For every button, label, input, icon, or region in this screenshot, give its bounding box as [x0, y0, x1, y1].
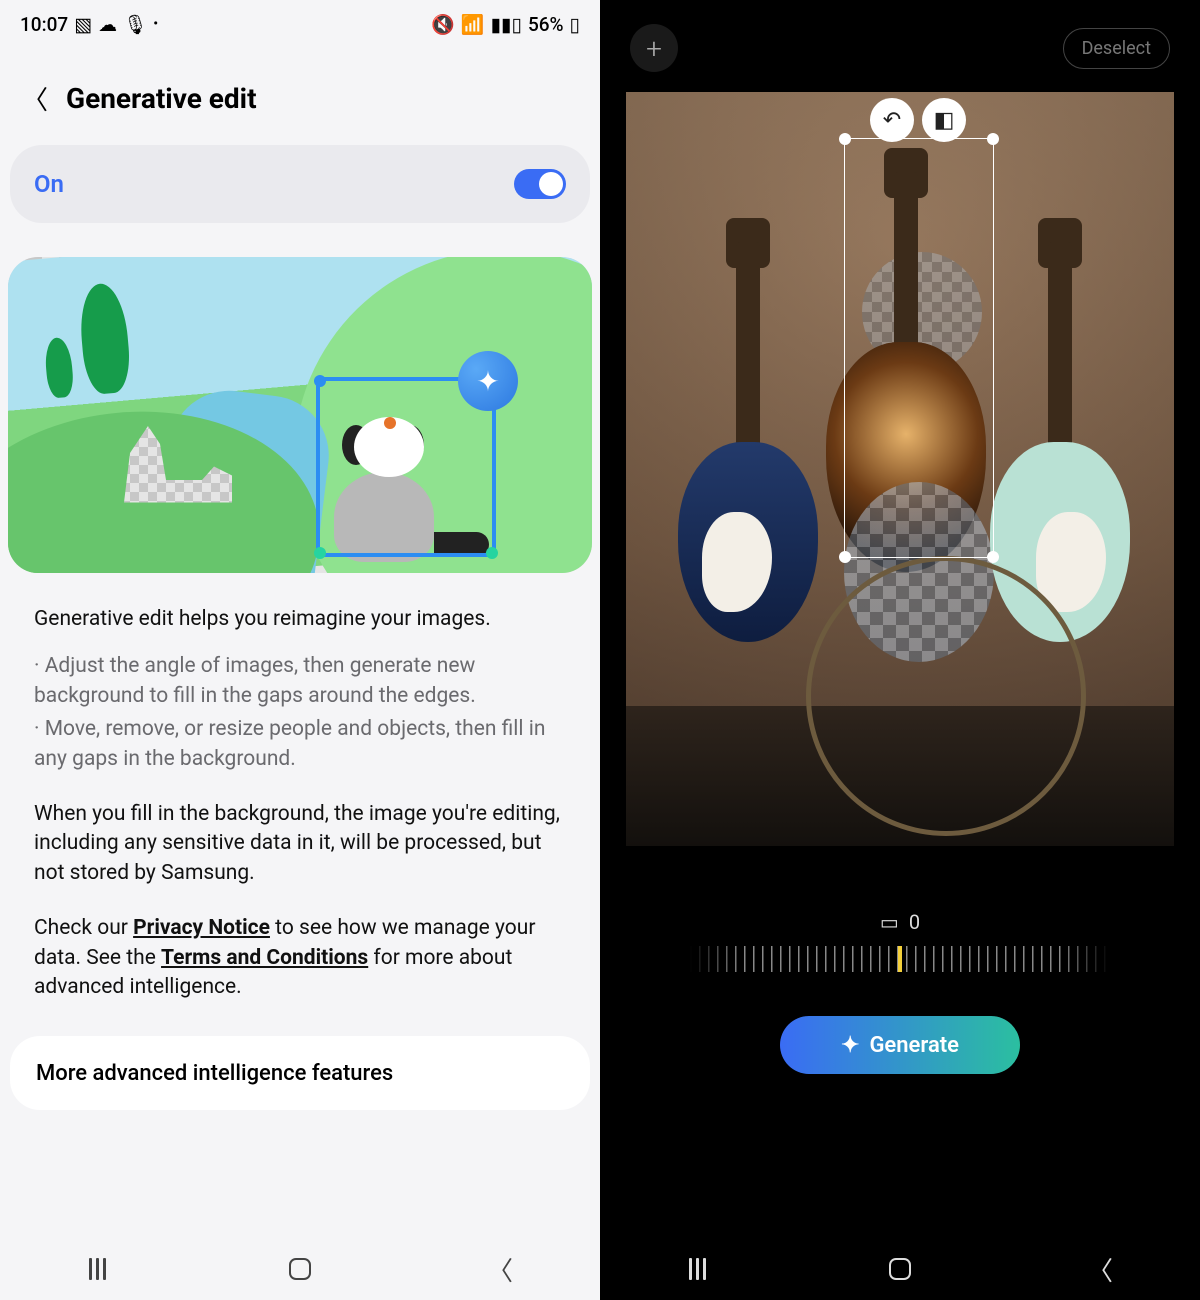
mute-icon: 🔇 — [431, 13, 455, 36]
wifi-icon: 📶 — [461, 13, 485, 36]
guitar-left — [678, 242, 818, 642]
cloud-icon: ☁ — [98, 13, 117, 36]
mic-icon: 🎙 — [123, 13, 147, 36]
desc-para-3: Check our Privacy Notice to see how we m… — [34, 914, 566, 1002]
erase-button[interactable]: ◧ — [922, 98, 966, 142]
handle-tl[interactable] — [839, 133, 851, 145]
generate-button[interactable]: ✦ Generate — [780, 1016, 1020, 1074]
system-nav-bar: 〈 — [600, 1238, 1200, 1300]
privacy-link[interactable]: Privacy Notice — [133, 916, 270, 940]
status-time: 10:07 — [20, 13, 68, 36]
selection-rect[interactable] — [844, 138, 994, 558]
status-bar: 10:07 ▧ ☁ 🎙 • 🔇 📶 ▮▮▯ 56% ▯ — [0, 0, 600, 48]
desc-bullet-1: · Adjust the angle of images, then gener… — [34, 652, 566, 711]
add-button[interactable]: + — [630, 24, 678, 72]
sparkle-icon: ✦ — [458, 351, 518, 411]
angle-ruler[interactable] — [690, 946, 1110, 972]
battery-icon: ▯ — [570, 13, 580, 36]
more-features-label: More advanced intelligence features — [36, 1061, 393, 1086]
handle-tr[interactable] — [987, 133, 999, 145]
more-notification-dot: • — [153, 16, 158, 32]
system-nav-bar: 〈 — [0, 1238, 600, 1300]
straighten-icon: ▭ — [880, 910, 899, 934]
page-title: Generative edit — [66, 82, 257, 115]
nav-recents-icon[interactable] — [87, 1256, 113, 1282]
nav-recents-icon[interactable] — [687, 1256, 713, 1282]
feature-description: Generative edit helps you reimagine your… — [0, 573, 600, 1002]
nav-home-icon[interactable] — [287, 1256, 313, 1282]
feature-illustration: ✦ — [8, 257, 592, 573]
toggle-thumb — [539, 172, 563, 196]
sparkle-icon: ✦ — [841, 1033, 859, 1058]
eraser-icon: ◧ — [934, 108, 955, 133]
feature-toggle-row[interactable]: On — [10, 145, 590, 223]
plus-icon: + — [646, 32, 662, 65]
nav-back-icon[interactable]: 〈 — [487, 1256, 513, 1282]
back-icon[interactable]: 〈 — [22, 80, 48, 117]
desc-bullet-2: · Move, remove, or resize people and obj… — [34, 715, 566, 774]
desc-lead: Generative edit helps you reimagine your… — [34, 605, 566, 634]
image-canvas[interactable]: ↶ ◧ — [626, 92, 1174, 846]
shelf-arc — [806, 556, 1086, 836]
desc-para-2: When you fill in the background, the ima… — [34, 800, 566, 888]
page-header: 〈 Generative edit — [0, 48, 600, 145]
undo-icon: ↶ — [883, 108, 901, 133]
generate-label: Generate — [869, 1033, 959, 1058]
handle-br[interactable] — [987, 551, 999, 563]
nav-home-icon[interactable] — [887, 1256, 913, 1282]
signal-icon: ▮▮▯ — [491, 13, 522, 36]
more-features-button[interactable]: More advanced intelligence features — [10, 1036, 590, 1110]
toggle-label: On — [34, 170, 64, 198]
battery-text: 56% — [528, 13, 564, 36]
handle-bl[interactable] — [839, 551, 851, 563]
toggle-switch[interactable] — [514, 169, 566, 199]
deselect-button[interactable]: Deselect — [1063, 28, 1170, 69]
terms-link[interactable]: Terms and Conditions — [161, 946, 368, 970]
angle-value: 0 — [909, 910, 920, 934]
gallery-icon: ▧ — [74, 13, 92, 36]
angle-controls: ▭ 0 — [600, 910, 1200, 972]
undo-button[interactable]: ↶ — [870, 98, 914, 142]
deselect-label: Deselect — [1082, 38, 1151, 59]
nav-back-icon[interactable]: 〈 — [1087, 1256, 1113, 1282]
